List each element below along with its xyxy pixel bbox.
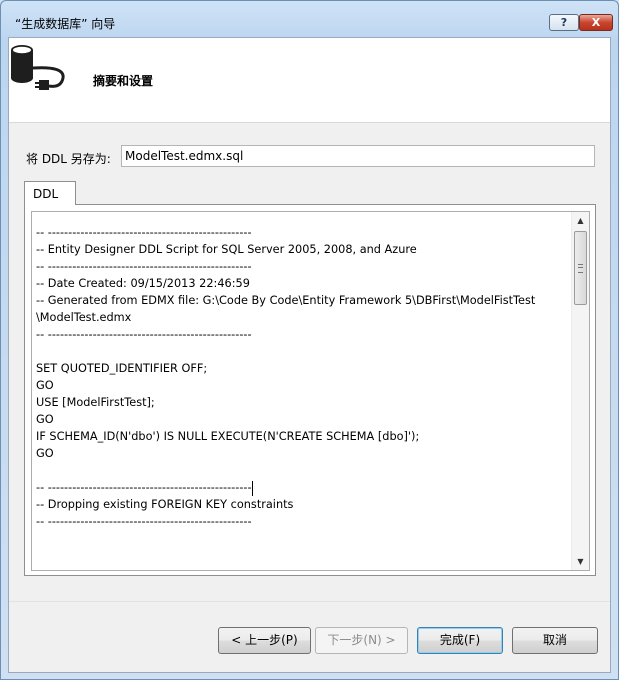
ddl-tab-panel: -- -------------------------------------… xyxy=(24,204,596,576)
ddl-script-text: -- -------------------------------------… xyxy=(36,224,564,530)
vertical-scrollbar[interactable]: ▲ ▼ xyxy=(571,212,589,570)
ddl-filename-input[interactable] xyxy=(121,145,595,167)
ddl-line: -- -------------------------------------… xyxy=(36,328,252,341)
wizard-client-area: 摘要和设置 将 DDL 另存为: DDL -- ----------------… xyxy=(8,37,611,673)
ddl-line: IF SCHEMA_ID(N'dbo') IS NULL EXECUTE(N'C… xyxy=(36,430,420,443)
ddl-line: SET QUOTED_IDENTIFIER OFF; xyxy=(36,362,208,375)
title-bar[interactable]: “生成数据库” 向导 ? X xyxy=(1,1,618,37)
ddl-line: -- -------------------------------------… xyxy=(36,226,252,239)
ddl-script-textarea[interactable]: -- -------------------------------------… xyxy=(31,211,590,571)
ddl-line: \ModelTest.edmx xyxy=(36,311,132,324)
ddl-line: USE [ModelFirstTest]; xyxy=(36,396,155,409)
ddl-line: -- -------------------------------------… xyxy=(36,260,252,273)
next-button[interactable]: 下一步(N) > xyxy=(315,627,408,654)
ddl-line: GO xyxy=(36,413,54,426)
ddl-line: -- -------------------------------------… xyxy=(36,480,253,496)
scrollbar-thumb[interactable] xyxy=(574,231,587,305)
ddl-line: GO xyxy=(36,447,54,460)
ddl-line xyxy=(36,462,564,479)
scroll-up-arrow-icon[interactable]: ▲ xyxy=(572,212,589,229)
ddl-line: -- Dropping existing FOREIGN KEY constra… xyxy=(36,498,294,511)
window-title: “生成数据库” 向导 xyxy=(15,17,116,31)
wizard-page-title: 摘要和设置 xyxy=(93,74,154,88)
footer-divider xyxy=(9,601,610,602)
database-connection-icon xyxy=(11,45,65,90)
close-button[interactable]: X xyxy=(579,14,613,31)
wizard-window: “生成数据库” 向导 ? X 摘要和设置 将 DDL 另存为: DDL -- -… xyxy=(0,0,619,680)
previous-button[interactable]: < 上一步(P) xyxy=(218,627,311,654)
ddl-line: -- -------------------------------------… xyxy=(36,515,252,528)
ddl-line: GO xyxy=(36,379,54,392)
finish-button[interactable]: 完成(F) xyxy=(417,627,503,654)
text-cursor xyxy=(251,480,253,496)
ddl-line xyxy=(36,343,564,360)
wizard-header: 摘要和设置 xyxy=(9,38,610,123)
help-button[interactable]: ? xyxy=(549,14,579,31)
ddl-line: -- Date Created: 09/15/2013 22:46:59 xyxy=(36,277,250,290)
tab-ddl[interactable]: DDL xyxy=(24,181,76,205)
scroll-down-arrow-icon[interactable]: ▼ xyxy=(572,553,589,570)
ddl-line: -- Generated from EDMX file: G:\Code By … xyxy=(36,294,536,307)
cancel-button[interactable]: 取消 xyxy=(512,627,598,654)
save-ddl-label: 将 DDL 另存为: xyxy=(26,152,111,166)
grip-icon xyxy=(578,264,583,273)
ddl-line: -- Entity Designer DDL Script for SQL Se… xyxy=(36,243,417,256)
